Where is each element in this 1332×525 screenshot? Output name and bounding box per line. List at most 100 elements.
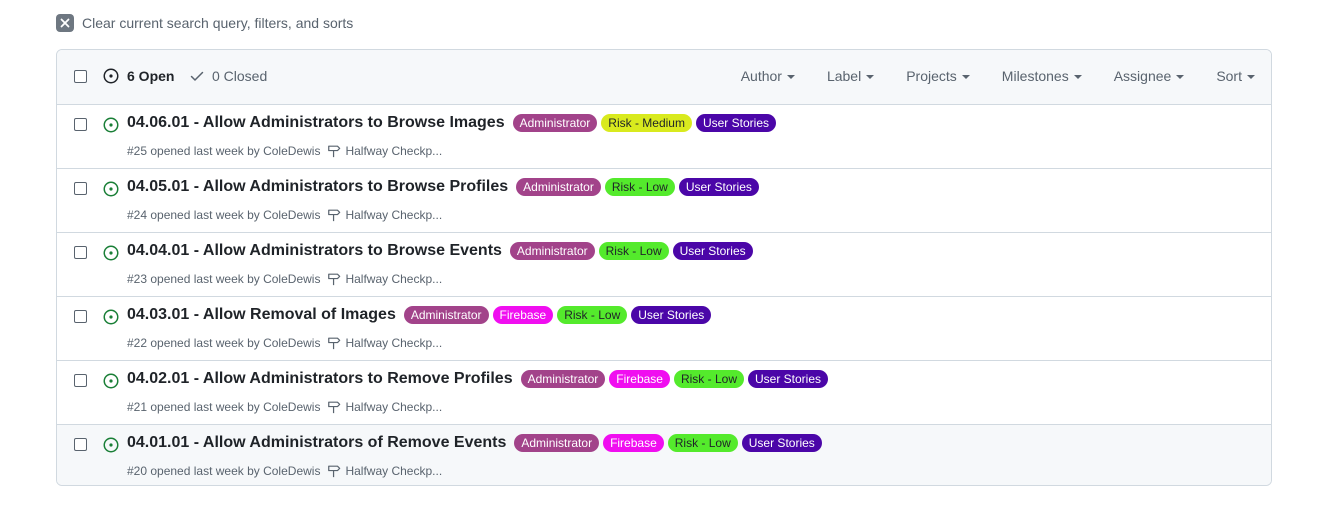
issue-open-icon (103, 117, 119, 138)
open-count-label: 6 Open (127, 68, 175, 84)
closed-issues-tab[interactable]: 0 Closed (189, 68, 267, 84)
projects-filter-dropdown[interactable]: Projects (906, 68, 970, 84)
issue-label[interactable]: Risk - Low (598, 242, 669, 260)
issue-milestone-link[interactable]: Halfway Checkp... (327, 144, 442, 158)
issue-open-icon (103, 68, 119, 84)
issue-label[interactable]: Administrator (516, 178, 601, 196)
issue-label[interactable]: Risk - Low (557, 306, 628, 324)
issue-row[interactable]: 04.05.01 - Allow Administrators to Brows… (57, 169, 1271, 233)
issue-label[interactable]: Administrator (514, 434, 600, 452)
issue-title-link[interactable]: 04.03.01 - Allow Removal of Images (127, 306, 396, 324)
issue-open-icon (103, 181, 119, 202)
issues-list: 6 Open 0 Closed Author Label Projects Mi… (56, 49, 1272, 486)
issue-title-line: 04.04.01 - Allow Administrators to Brows… (127, 242, 753, 260)
issue-label[interactable]: Firebase (609, 370, 670, 388)
open-issues-tab[interactable]: 6 Open (103, 68, 174, 84)
issue-label[interactable]: User Stories (672, 242, 753, 260)
issue-label[interactable]: User Stories (678, 178, 759, 196)
issue-title-link[interactable]: 04.04.01 - Allow Administrators to Brows… (127, 242, 502, 260)
issue-title-link[interactable]: 04.05.01 - Allow Administrators to Brows… (127, 178, 508, 196)
issue-row[interactable]: 04.01.01 - Allow Administrators of Remov… (57, 425, 1271, 485)
milestone-icon (328, 465, 341, 478)
issue-opened-text: #21 opened last week by ColeDewis (127, 400, 321, 414)
issue-milestone-link[interactable]: Halfway Checkp... (327, 336, 442, 350)
issue-meta: #22 opened last week by ColeDewis Halfway… (127, 336, 442, 350)
issue-label[interactable]: Administrator (512, 114, 598, 132)
milestones-filter-dropdown[interactable]: Milestones (1002, 68, 1082, 84)
issue-title-line: 04.02.01 - Allow Administrators to Remov… (127, 370, 829, 388)
issue-opened-text: #23 opened last week by ColeDewis (127, 272, 321, 286)
caret-down-icon (1247, 75, 1255, 79)
issue-title-link[interactable]: 04.01.01 - Allow Administrators of Remov… (127, 434, 506, 452)
issue-label[interactable]: Risk - Low (604, 178, 675, 196)
issue-opened-text: #24 opened last week by ColeDewis (127, 208, 321, 222)
issue-label[interactable]: Administrator (403, 306, 489, 324)
issue-meta: #21 opened last week by ColeDewis Halfway… (127, 400, 442, 414)
filter-label: Sort (1216, 68, 1242, 84)
milestone-icon (328, 145, 341, 158)
filter-label: Milestones (1001, 68, 1069, 84)
select-all-checkbox[interactable] (74, 70, 87, 83)
issue-opened-text: #20 opened last week by ColeDewis (127, 464, 321, 478)
issue-label[interactable]: Administrator (520, 370, 606, 388)
issue-checkbox[interactable] (74, 182, 87, 195)
issue-meta: #25 opened last week by ColeDewis Halfway… (127, 144, 442, 158)
issue-milestone-link[interactable]: Halfway Checkp... (327, 208, 442, 222)
issue-title-link[interactable]: 04.06.01 - Allow Administrators to Brows… (127, 114, 505, 132)
author-filter-dropdown[interactable]: Author (741, 68, 795, 84)
issue-title-line: 04.05.01 - Allow Administrators to Brows… (127, 178, 759, 196)
caret-down-icon (1176, 75, 1185, 79)
issue-title-line: 04.01.01 - Allow Administrators of Remov… (127, 434, 822, 452)
issue-meta: #24 opened last week by ColeDewis Halfway… (127, 208, 442, 222)
issue-label[interactable]: User Stories (695, 114, 776, 132)
issue-checkbox[interactable] (74, 310, 87, 323)
caret-down-icon (866, 75, 875, 79)
issue-meta: #20 opened last week by ColeDewis Halfway… (127, 464, 442, 478)
close-icon (56, 14, 74, 32)
sort-dropdown[interactable]: Sort (1216, 68, 1255, 84)
issue-title-link[interactable]: 04.02.01 - Allow Administrators to Remov… (127, 370, 513, 388)
issue-label[interactable]: User Stories (747, 370, 829, 388)
issue-checkbox[interactable] (74, 438, 87, 451)
issue-milestone-link[interactable]: Halfway Checkp... (327, 400, 442, 414)
issue-checkbox[interactable] (74, 246, 87, 259)
clear-filters-label: Clear current search query, filters, and… (82, 15, 354, 31)
caret-down-icon (961, 75, 970, 79)
issue-label[interactable]: Firebase (603, 434, 664, 452)
issue-checkbox[interactable] (74, 374, 87, 387)
issue-row[interactable]: 04.02.01 - Allow Administrators to Remov… (57, 361, 1271, 425)
issue-row[interactable]: 04.03.01 - Allow Removal of Images Admini… (57, 297, 1271, 361)
issue-row[interactable]: 04.04.01 - Allow Administrators to Brows… (57, 233, 1271, 297)
milestone-icon (328, 401, 341, 414)
issue-label[interactable]: Risk - Low (673, 370, 744, 388)
issues-list-header: 6 Open 0 Closed Author Label Projects Mi… (57, 50, 1271, 105)
milestone-icon (328, 337, 341, 350)
assignee-filter-dropdown[interactable]: Assignee (1114, 68, 1185, 84)
issue-checkbox[interactable] (74, 118, 87, 131)
milestone-icon (328, 209, 341, 222)
issue-title-line: 04.06.01 - Allow Administrators to Brows… (127, 114, 776, 132)
issue-opened-text: #25 opened last week by ColeDewis (127, 144, 321, 158)
milestone-label: Halfway Checkp... (345, 144, 443, 158)
milestone-label: Halfway Checkp... (345, 400, 443, 414)
issue-milestone-link[interactable]: Halfway Checkp... (327, 464, 442, 478)
issue-row[interactable]: 04.06.01 - Allow Administrators to Brows… (57, 105, 1271, 169)
issue-label[interactable]: User Stories (741, 434, 822, 452)
milestone-label: Halfway Checkp... (345, 336, 443, 350)
issue-label[interactable]: Administrator (509, 242, 595, 260)
filter-label: Projects (906, 68, 957, 84)
issue-label[interactable]: User Stories (631, 306, 712, 324)
check-icon (190, 71, 204, 81)
issue-label[interactable]: Risk - Medium (601, 114, 692, 132)
milestone-icon (328, 273, 341, 286)
issue-open-icon (103, 373, 119, 394)
caret-down-icon (786, 75, 795, 79)
issue-milestone-link[interactable]: Halfway Checkp... (327, 272, 442, 286)
filter-label: Label (826, 68, 862, 84)
issue-label[interactable]: Firebase (492, 306, 554, 324)
label-filter-dropdown[interactable]: Label (826, 68, 875, 84)
closed-count-label: 0 Closed (212, 68, 268, 84)
clear-filters-link[interactable]: Clear current search query, filters, and… (56, 13, 353, 33)
issue-label[interactable]: Risk - Low (667, 434, 738, 452)
caret-down-icon (1073, 75, 1082, 79)
